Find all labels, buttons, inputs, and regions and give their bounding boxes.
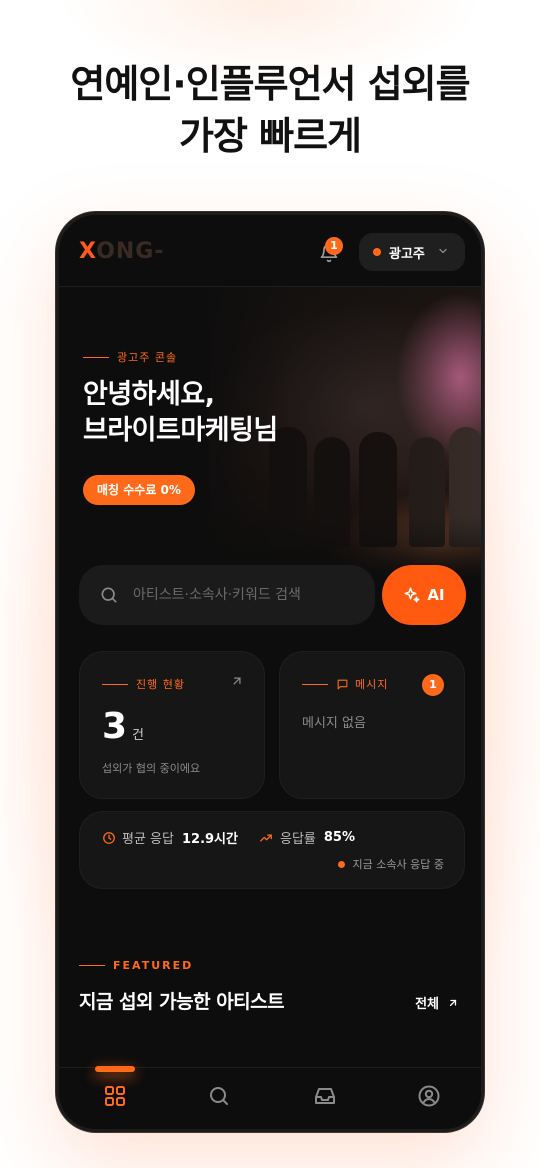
response-rate-label: 응답률 <box>279 832 316 847</box>
app-logo[interactable]: XONG- <box>79 239 165 264</box>
live-dot <box>337 860 345 868</box>
fee-badge: 매칭 수수료 0% <box>83 475 195 505</box>
inbox-icon[interactable] <box>313 1084 337 1108</box>
search-input[interactable] <box>133 587 353 603</box>
progress-kicker: 진행 현황 <box>102 676 185 692</box>
sparkle-icon <box>404 587 420 603</box>
featured-title: 지금 섭외 가능한 아티스트 <box>79 991 285 1013</box>
arrow-up-right-icon <box>233 677 241 685</box>
role-status-dot <box>373 248 381 256</box>
avg-response-value: 12.9시간 <box>181 832 238 847</box>
message-badge: 1 <box>422 674 444 696</box>
progress-count: 3 <box>102 706 128 747</box>
notification-badge: 1 <box>325 237 343 255</box>
promo-headline-line2: 가장 빠르게 <box>178 114 362 158</box>
logo-rest: ONG- <box>96 239 165 264</box>
search-icon[interactable] <box>207 1084 231 1108</box>
progress-unit: 건 <box>132 728 144 743</box>
response-stats-card: 평균 응답 12.9시간 응답률 85% 지금 소속사 응답 중 <box>79 811 465 889</box>
kicker-line <box>79 965 105 966</box>
see-all-link[interactable]: 전체 <box>415 993 459 1012</box>
hero-kicker: 광고주 콘솔 <box>83 349 177 365</box>
bottom-tab-bar <box>59 1066 481 1129</box>
role-label: 광고주 <box>389 246 425 262</box>
clock-icon <box>103 831 115 844</box>
see-all-label: 전체 <box>415 997 439 1012</box>
chevron-down-icon <box>437 245 449 260</box>
search-bar[interactable] <box>79 565 375 625</box>
stats-row: 평균 응답 12.9시간 응답률 85% <box>102 828 355 847</box>
live-status-text: 지금 소속사 응답 중 <box>352 858 444 871</box>
kicker-line <box>83 356 109 358</box>
message-kicker-text: 메시지 <box>355 678 389 691</box>
featured-kicker: FEATURED <box>79 959 193 972</box>
app-header: XONG- 1 광고주 <box>59 215 481 287</box>
kicker-line <box>102 683 128 685</box>
avg-response-label: 평균 응답 <box>122 832 174 847</box>
ai-search-button[interactable]: AI <box>382 565 466 625</box>
kicker-line <box>302 683 328 685</box>
message-card[interactable]: 메시지 1 메시지 없음 <box>279 651 465 799</box>
progress-card[interactable]: 진행 현황 3 건 섭외가 협의 중이에요 <box>79 651 265 799</box>
ai-button-label: AI <box>427 586 445 604</box>
logo-x: X <box>79 239 97 264</box>
role-switch-button[interactable]: 광고주 <box>359 233 465 271</box>
promo-headline: 연예인·인플루언서 섭외를 가장 빠르게 <box>0 58 540 162</box>
profile-icon[interactable] <box>417 1084 441 1108</box>
live-status: 지금 소속사 응답 중 <box>337 856 444 872</box>
search-icon <box>101 587 117 603</box>
response-rate-value: 85% <box>323 830 355 845</box>
message-empty-text: 메시지 없음 <box>302 716 366 731</box>
hero-kicker-text: 광고주 콘솔 <box>117 351 178 364</box>
featured-kicker-text: FEATURED <box>113 959 194 972</box>
grid-icon[interactable] <box>103 1084 127 1108</box>
greeting-title: 안녕하세요, 브라이트마케팅님 <box>83 377 278 449</box>
progress-description: 섭외가 협의 중이에요 <box>102 762 201 775</box>
greeting-line1: 안녕하세요, <box>83 379 215 410</box>
arrow-up-right-icon <box>449 999 457 1006</box>
active-tab-indicator <box>95 1066 135 1072</box>
chat-bubble-icon <box>337 679 348 689</box>
greeting-line2: 브라이트마케팅님 <box>83 415 278 446</box>
hero-banner: 광고주 콘솔 안녕하세요, 브라이트마케팅님 매칭 수수료 0% <box>59 287 481 577</box>
phone-frame: XONG- 1 광고주 광고주 콘솔 안녕하세요, 브라이트마케팅님 매칭 수수… <box>56 212 484 1132</box>
promo-headline-line1: 연예인·인플루언서 섭외를 <box>70 62 470 106</box>
progress-kicker-text: 진행 현황 <box>136 678 185 691</box>
trending-up-icon <box>260 833 272 842</box>
message-kicker: 메시지 <box>302 676 388 692</box>
